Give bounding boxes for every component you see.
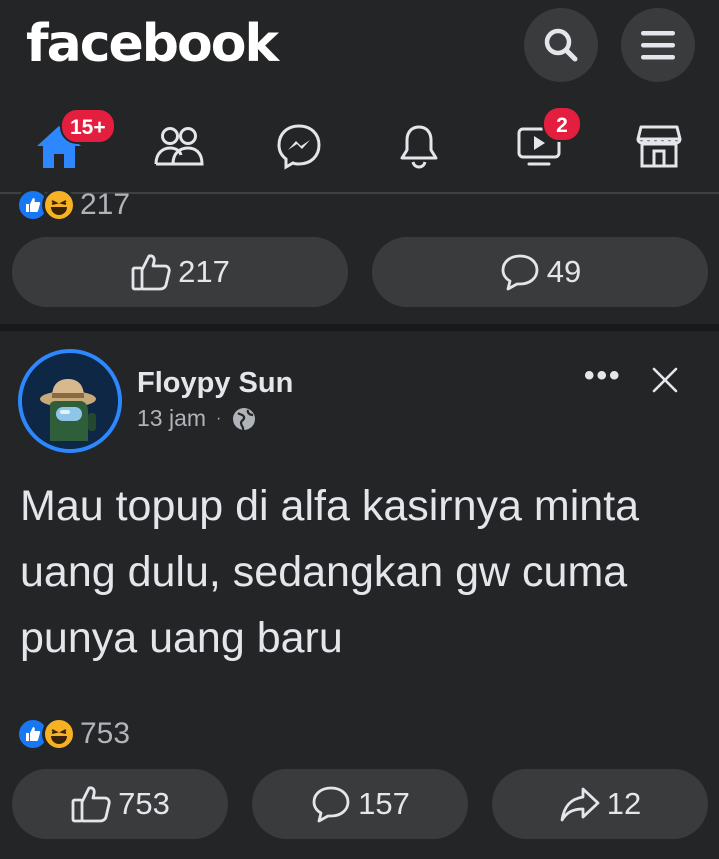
hide-post-button[interactable] <box>650 365 680 400</box>
more-options-button[interactable]: ••• <box>584 359 622 393</box>
home-notification-badge: 15+ <box>60 108 116 144</box>
tab-home[interactable]: 15+ <box>14 100 116 192</box>
like-button[interactable]: 217 <box>12 237 348 307</box>
tab-messenger[interactable] <box>254 100 344 192</box>
search-button[interactable] <box>524 8 598 82</box>
like-count: 753 <box>118 786 170 821</box>
tab-friends[interactable] <box>134 100 224 192</box>
reaction-summary[interactable]: 753 <box>16 717 130 751</box>
close-icon <box>652 367 678 393</box>
reaction-count: 217 <box>80 188 131 221</box>
tab-marketplace[interactable] <box>614 100 704 192</box>
tab-notifications[interactable] <box>374 100 464 192</box>
top-bar: facebook 15+ 2 <box>0 0 719 195</box>
haha-reaction-icon <box>42 717 76 751</box>
comment-count: 49 <box>546 254 582 289</box>
like-button[interactable]: 753 <box>12 769 228 839</box>
comment-button[interactable]: 157 <box>252 769 468 839</box>
reaction-summary[interactable]: 217 <box>16 188 130 222</box>
facebook-logo[interactable]: facebook <box>26 14 279 74</box>
haha-reaction-icon <box>42 188 76 222</box>
comment-count: 157 <box>358 786 410 821</box>
messenger-icon <box>277 124 321 170</box>
friends-icon <box>154 127 204 166</box>
comment-button[interactable]: 49 <box>372 237 708 307</box>
like-count: 217 <box>178 254 230 289</box>
post-meta: 13 jam · <box>137 405 257 432</box>
nav-tabs: 15+ 2 <box>0 100 719 192</box>
menu-button[interactable] <box>621 8 695 82</box>
post-text: Mau topup di alfa kasirnya minta uang du… <box>20 482 640 662</box>
comment-icon <box>501 254 539 291</box>
reaction-count: 753 <box>80 717 131 750</box>
search-icon <box>544 28 578 62</box>
share-button[interactable]: 12 <box>492 769 708 839</box>
menu-icon <box>641 31 675 60</box>
post-timestamp[interactable]: 13 jam <box>137 405 206 432</box>
like-icon <box>71 786 111 823</box>
tab-video[interactable]: 2 <box>494 100 584 192</box>
share-count: 12 <box>606 786 642 821</box>
globe-icon <box>233 407 256 430</box>
author-name[interactable]: Floypy Sun <box>137 367 293 400</box>
post-previous: 217 217 49 <box>0 188 719 324</box>
avatar[interactable] <box>18 349 122 453</box>
like-icon <box>131 254 171 291</box>
video-notification-badge: 2 <box>542 106 582 142</box>
comment-icon <box>312 786 350 823</box>
marketplace-icon <box>636 125 682 168</box>
bell-icon <box>400 125 438 169</box>
meta-separator: · <box>216 409 222 427</box>
post: Floypy Sun 13 jam · ••• Mau topup di alf… <box>0 331 719 859</box>
share-icon <box>560 787 600 822</box>
